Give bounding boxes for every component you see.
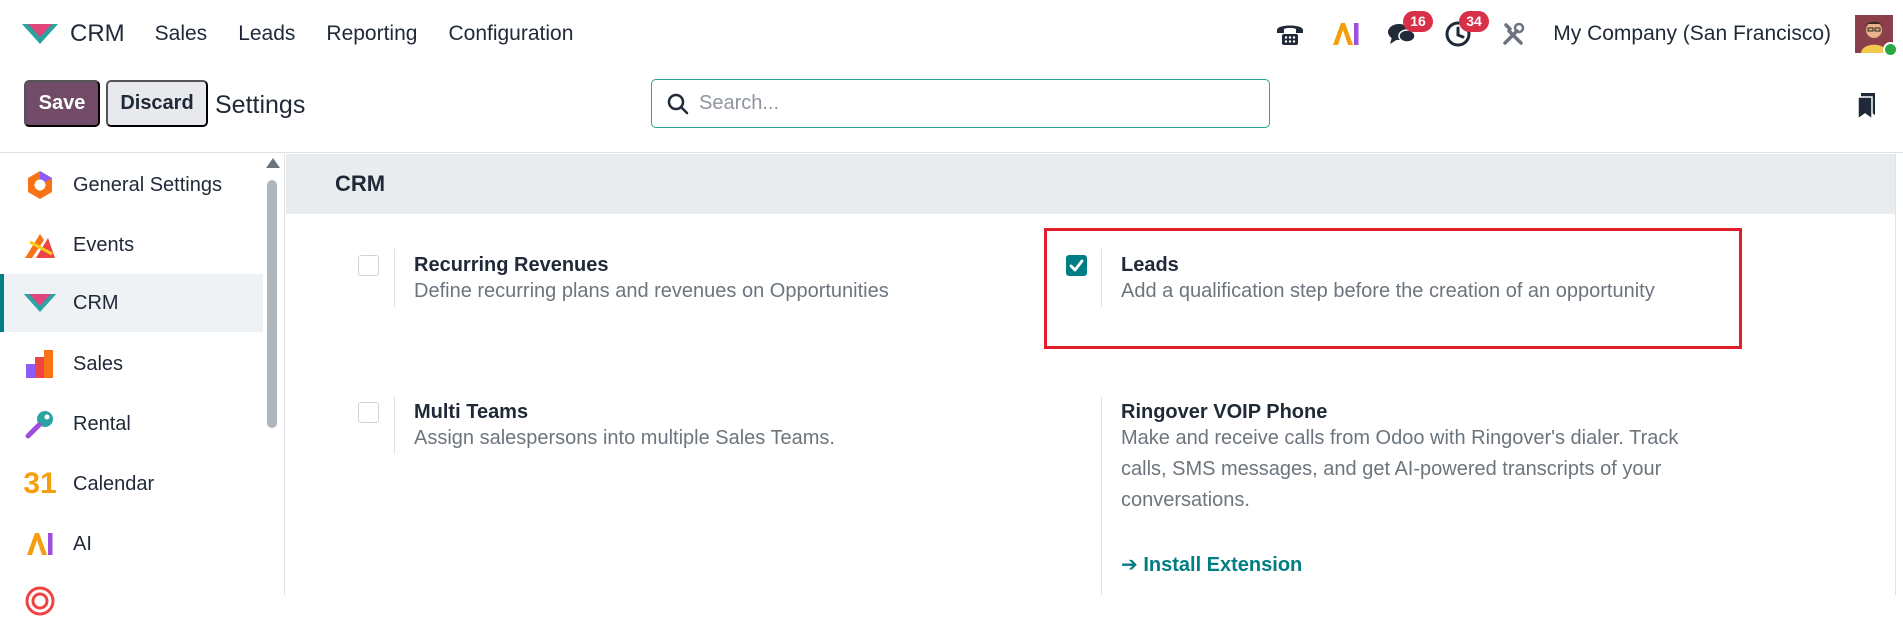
section-title: CRM [286,154,1896,214]
scroll-thumb[interactable] [267,180,277,428]
search-icon [667,93,689,114]
install-extension-label: Install Extension [1143,554,1303,576]
sidebar-item-label: AI [73,532,92,555]
leads-checkbox[interactable] [1066,255,1087,276]
menu-item-leads[interactable]: Leads [238,22,295,46]
crm-logo-icon [22,23,58,44]
sidebar-item-label: Sales [73,352,124,375]
breadcrumb: Settings [215,91,306,119]
top-navbar: CRM Sales Leads Reporting Configuration [0,0,1903,67]
company-switcher[interactable]: My Company (San Francisco) [1553,22,1831,46]
phone-icon[interactable] [1273,17,1307,51]
settings-content: CRM Recurring Revenues Define recurring … [286,154,1903,595]
setting-desc-ringover: Make and receive calls from Odoo with Ri… [1121,427,1679,511]
online-status-dot [1883,41,1898,57]
calendar-icon: 31 [23,467,57,500]
sidebar-item-label: General Settings [73,173,222,196]
setting-title-recurring-revenues: Recurring Revenues [414,254,609,276]
general-settings-icon [22,167,58,203]
setting-title-multi-teams: Multi Teams [414,401,529,423]
messages-icon[interactable]: 16 [1385,10,1433,51]
sidebar-item-label: CRM [73,291,119,314]
sidebar-item-label: Calendar [73,472,155,495]
multi-teams-checkbox[interactable] [358,402,379,423]
menu-item-sales[interactable]: Sales [155,22,208,46]
setting-desc-multi-teams: Assign salespersons into multiple Sales … [414,427,835,449]
search-input[interactable] [699,92,1239,115]
ai-icon [22,526,58,562]
main-menu: Sales Leads Reporting Configuration [155,22,605,46]
divider [1101,249,1102,307]
activities-badge: 34 [1459,10,1489,32]
sidebar-item-label: Rental [73,412,131,435]
setting-desc-leads: Add a qualification step before the crea… [1121,280,1655,302]
search-box[interactable] [651,79,1270,128]
discard-button[interactable]: Discard [106,80,208,127]
sidebar-item-ai[interactable]: AI [0,515,263,573]
messages-badge: 16 [1403,10,1433,32]
menu-item-reporting[interactable]: Reporting [326,22,417,46]
divider [394,249,395,307]
setting-desc-recurring-revenues: Define recurring plans and revenues on O… [414,280,889,302]
ai-icon[interactable] [1329,17,1363,51]
user-avatar[interactable] [1855,14,1898,57]
sidebar-item-rental[interactable]: Rental [0,395,263,453]
sidebar-item-partial[interactable] [0,572,263,630]
sidebar-item-general-settings[interactable]: General Settings [0,156,263,214]
debug-tools-icon[interactable] [1497,17,1531,51]
systray: 16 34 My Company (San Francisco) [1273,0,1903,67]
rental-icon [22,406,58,442]
sidebar-item-label: Events [73,233,135,256]
sidebar-item-events[interactable]: Events [0,216,263,274]
arrow-right-icon: ➔ [1121,554,1138,576]
activity-clock-icon[interactable]: 34 [1441,10,1489,51]
control-panel: Save Discard Settings [0,67,1903,153]
sidebar-item-sales[interactable]: Sales [0,335,263,393]
recurring-revenues-checkbox[interactable] [358,255,379,276]
setting-title-ringover: Ringover VOIP Phone [1121,401,1328,423]
sidebar-item-crm[interactable]: CRM [0,274,263,332]
scroll-up-arrow[interactable] [266,158,280,168]
checkmark-icon [1069,259,1084,272]
content-scrollbar[interactable] [1895,154,1903,595]
divider [1101,397,1102,595]
settings-sidebar: General Settings Events CRM Sales Rental… [0,154,285,616]
setting-title-leads: Leads [1121,254,1179,276]
app-brand[interactable]: CRM [20,20,125,48]
crm-icon [22,285,58,321]
events-icon [22,227,58,263]
sidebar-scrollbar[interactable] [265,158,280,595]
save-button[interactable]: Save [24,80,100,127]
bookmark-icon[interactable] [1857,93,1877,119]
divider [394,396,395,454]
app-name: CRM [70,19,125,47]
sales-icon [22,346,58,382]
install-extension-link[interactable]: ➔ Install Extension [1121,552,1302,577]
menu-item-configuration[interactable]: Configuration [448,22,573,46]
sidebar-item-calendar[interactable]: 31 Calendar [0,455,263,513]
target-icon [22,583,58,619]
